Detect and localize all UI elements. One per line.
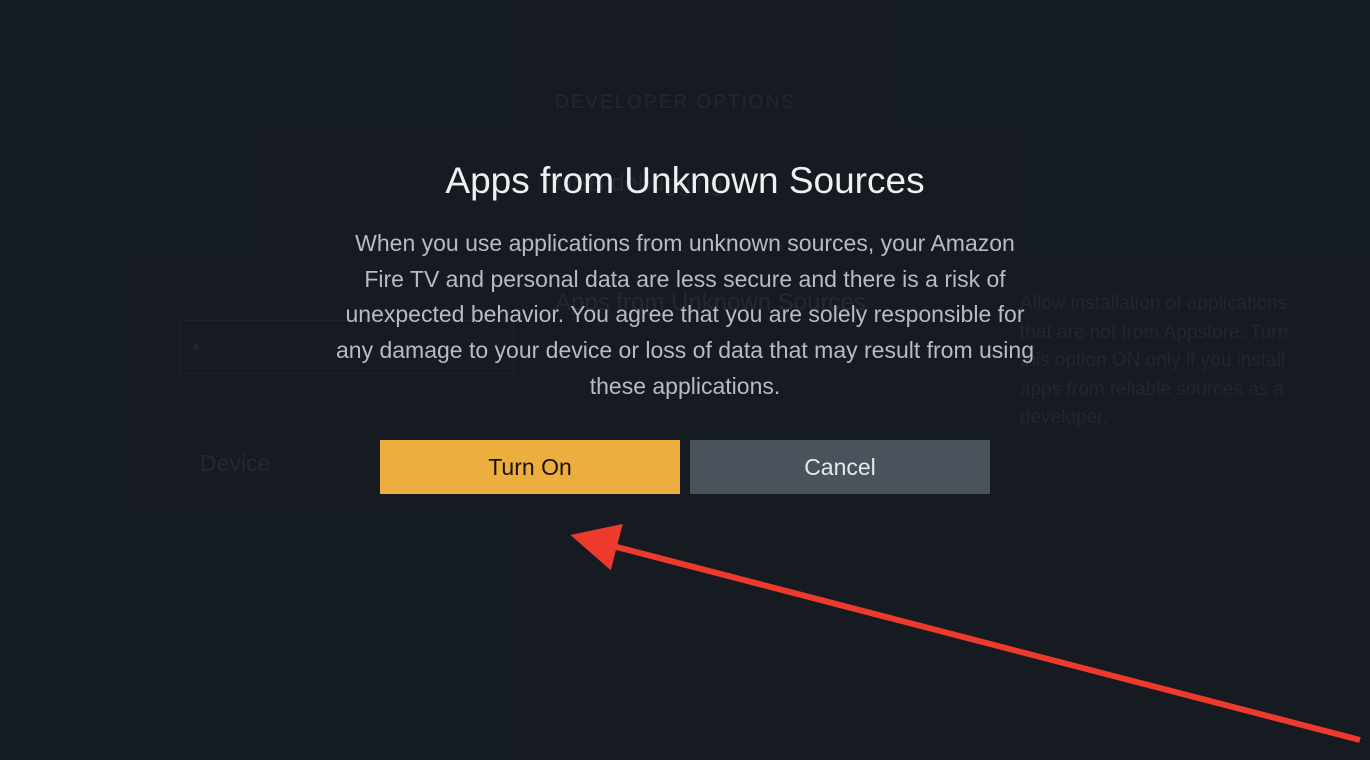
dialog-title: Apps from Unknown Sources — [305, 160, 1065, 202]
turn-on-button[interactable]: Turn On — [380, 440, 680, 494]
dialog-body: When you use applications from unknown s… — [335, 226, 1035, 404]
modal-overlay: Apps from Unknown Sources When you use a… — [0, 0, 1370, 760]
cancel-button[interactable]: Cancel — [690, 440, 990, 494]
dialog-button-row: Turn On Cancel — [305, 440, 1065, 494]
unknown-sources-dialog: Apps from Unknown Sources When you use a… — [305, 160, 1065, 494]
